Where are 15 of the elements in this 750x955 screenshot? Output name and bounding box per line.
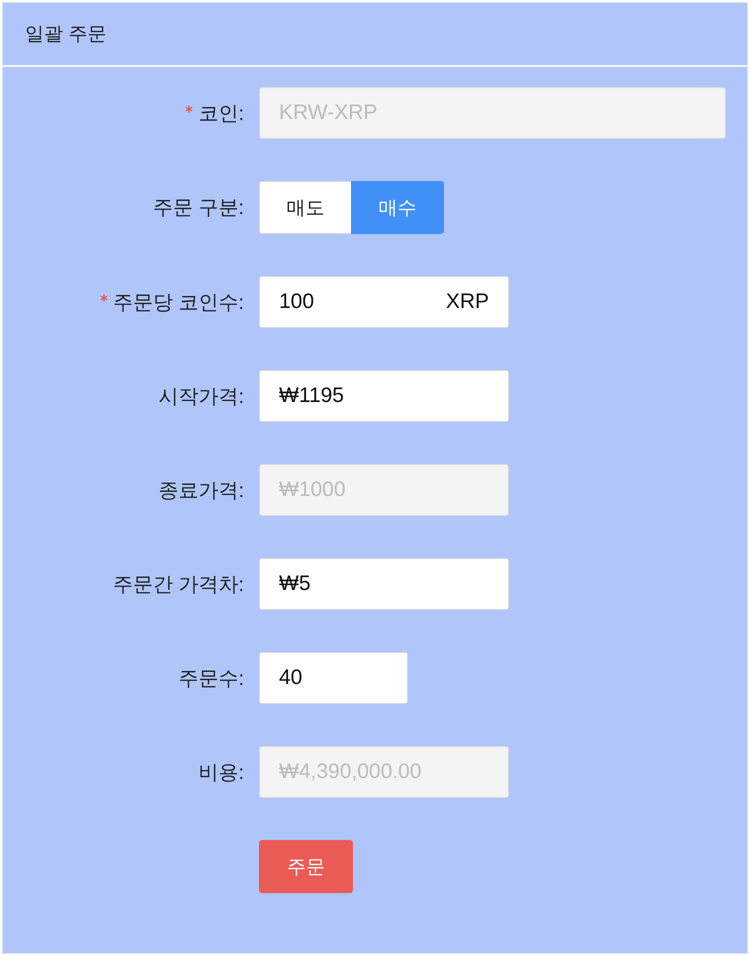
field-label: 종료가격: bbox=[158, 478, 244, 504]
panel-title: 일괄 주문 bbox=[25, 23, 106, 47]
field-label: 주문수: bbox=[178, 666, 244, 692]
unit-label: XRP bbox=[446, 290, 489, 314]
field-label: 주문 구분: bbox=[152, 196, 244, 221]
field-label: 비용: bbox=[198, 760, 244, 786]
amount-field[interactable]: 100 XRP bbox=[259, 276, 509, 328]
field-label: 시작가격: bbox=[158, 384, 244, 410]
price-field[interactable]: ₩1195 bbox=[259, 370, 509, 422]
field-label: 주문당 코인수: bbox=[112, 290, 244, 316]
number-field[interactable]: 40 bbox=[259, 652, 408, 704]
segment-button[interactable]: 매도 bbox=[259, 181, 352, 234]
field-label: 주문간 가격차: bbox=[112, 572, 244, 598]
field-label: 코인: bbox=[198, 102, 244, 126]
price-field[interactable]: ₩5 bbox=[259, 558, 509, 610]
